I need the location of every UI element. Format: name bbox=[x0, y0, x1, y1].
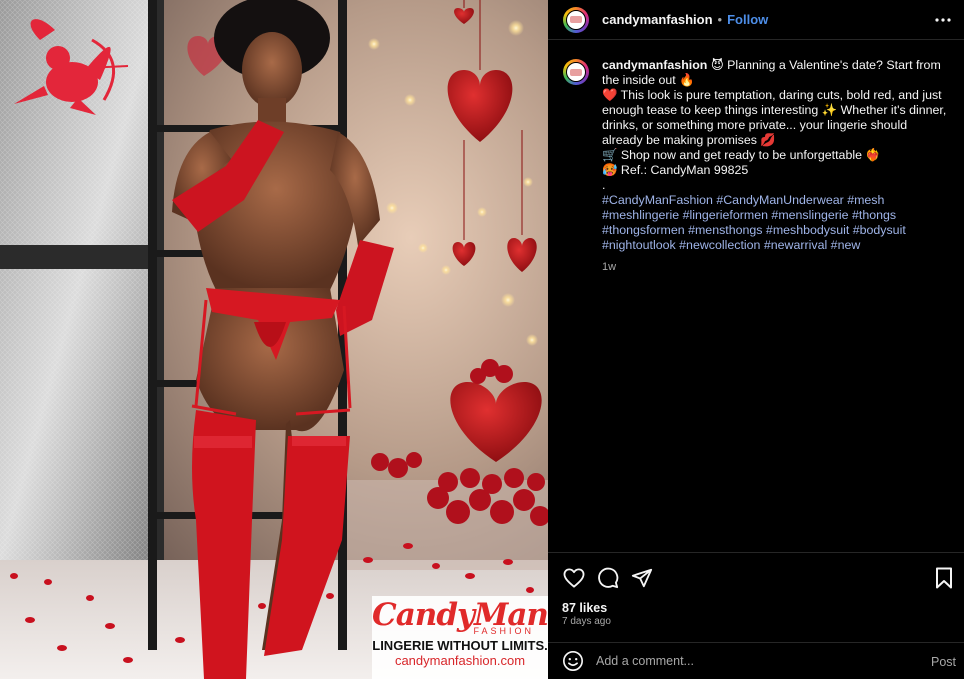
caption-avatar[interactable] bbox=[563, 59, 589, 85]
caption-line-2: ❤️ This look is pure temptation, daring … bbox=[602, 88, 947, 147]
emoji-icon[interactable] bbox=[562, 650, 584, 672]
brand-watermark: CandyMan FASHION LINGERIE WITHOUT LIMITS… bbox=[372, 600, 548, 679]
header-separator: • bbox=[717, 12, 723, 27]
post-image[interactable]: CandyMan FASHION LINGERIE WITHOUT LIMITS… bbox=[0, 0, 548, 679]
caption-username[interactable]: candymanfashion bbox=[602, 58, 707, 72]
post-timestamp: 7 days ago bbox=[562, 616, 611, 627]
post-header: candymanfashion • Follow bbox=[548, 0, 964, 40]
caption-line-4: 🥵 Ref.: CandyMan 99825 bbox=[602, 163, 749, 177]
caption: candymanfashion 😈 Planning a Valentine's… bbox=[563, 58, 953, 275]
more-horizontal-icon[interactable] bbox=[932, 9, 954, 31]
photo-scene bbox=[0, 0, 548, 679]
heart-icon[interactable] bbox=[562, 566, 586, 590]
comment-input[interactable] bbox=[596, 654, 916, 668]
comment-icon[interactable] bbox=[596, 566, 620, 590]
caption-line-3: 🛒 Shop now and get ready to be unforgett… bbox=[602, 148, 881, 162]
bookmark-icon[interactable] bbox=[932, 566, 956, 590]
caption-time: 1w bbox=[602, 261, 617, 273]
header-username[interactable]: candymanfashion bbox=[602, 12, 713, 27]
action-bar: 87 likes 7 days ago bbox=[548, 552, 964, 642]
hashtags[interactable]: #CandyManFashion #CandyManUnderwear #mes… bbox=[602, 193, 950, 253]
caption-line-5: . bbox=[602, 178, 606, 192]
avatar[interactable] bbox=[563, 6, 589, 33]
brand-url: candymanfashion.com bbox=[394, 653, 526, 668]
share-icon[interactable] bbox=[630, 566, 654, 590]
comment-bar: Post bbox=[548, 642, 964, 679]
follow-button[interactable]: Follow bbox=[727, 12, 768, 27]
brand-tagline: LINGERIE WITHOUT LIMITS. bbox=[372, 638, 548, 653]
likes-count[interactable]: 87 likes bbox=[562, 601, 607, 615]
post-comment-button[interactable]: Post bbox=[931, 655, 956, 669]
post-detail-panel: candymanfashion • Follow candymanfashion… bbox=[548, 0, 964, 679]
caption-body: candymanfashion 😈 Planning a Valentine's… bbox=[602, 58, 950, 275]
